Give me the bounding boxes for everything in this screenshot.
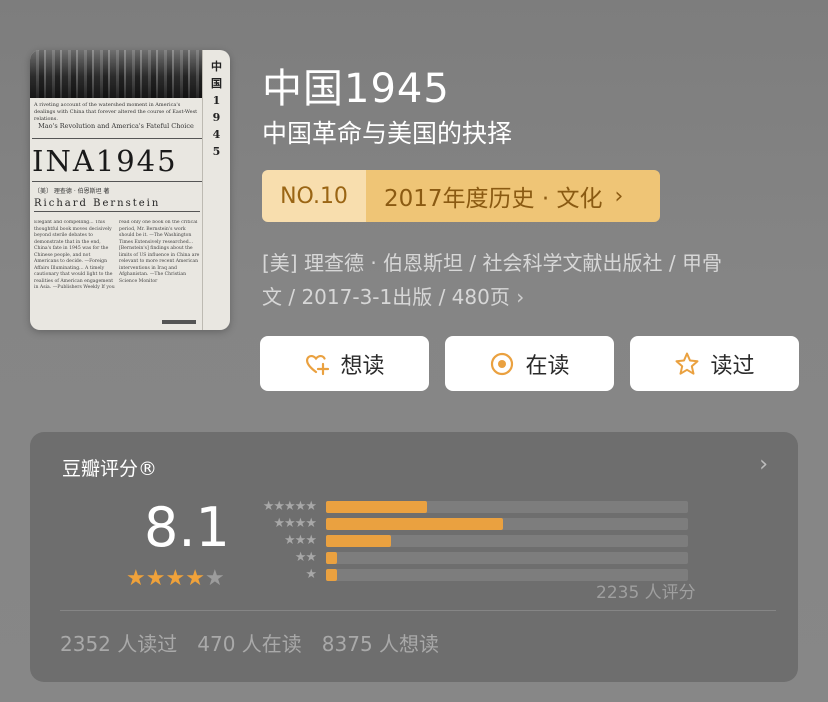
book-title: 中国1945 — [262, 66, 450, 112]
want-to-read-label: 想读 — [340, 353, 385, 379]
distribution-row: ★★ — [256, 549, 688, 566]
action-bar: 想读 在读 读过 — [260, 336, 799, 391]
distribution-bar — [326, 500, 428, 513]
reader-stats: 2352 人读过 470 人在读 8375 人想读 — [60, 628, 439, 657]
distribution-row: ★★★★ — [256, 515, 688, 532]
chevron-right-icon: › — [759, 452, 768, 477]
distribution-stars-icon: ★★★★★ — [262, 499, 317, 514]
want-to-read-button[interactable]: 想读 — [260, 336, 429, 391]
cover-author-line: 〔美〕 理查德 · 伯恩斯坦 著 — [34, 188, 110, 195]
distribution-stars-icon: ★★★★ — [273, 516, 317, 531]
book-cover[interactable]: 中 国 1 9 4 5 A riveting account of the wa… — [30, 50, 230, 330]
ranking-badge[interactable]: NO.10 2017年度历史 · 文化 › — [262, 170, 660, 222]
distribution-track — [326, 534, 688, 547]
reading-label: 在读 — [525, 353, 570, 379]
ranking-label: 2017年度历史 · 文化 — [384, 186, 603, 212]
rating-count: 2235 人评分 — [596, 583, 696, 603]
distribution-track — [326, 551, 688, 564]
rating-stars: ★ ★ ★ ★ ★ — [126, 566, 225, 591]
distribution-bar — [326, 568, 337, 581]
distribution-row: ★★★★★ — [256, 498, 688, 515]
meta-line-2: 文 / 2017-3-1出版 / 480页 › — [262, 280, 782, 314]
rating-label: 豆瓣评分® — [62, 458, 158, 480]
heart-plus-icon — [306, 354, 330, 375]
distribution-track — [326, 500, 688, 513]
star-filled-icon: ★ — [145, 566, 166, 591]
rating-card[interactable]: 豆瓣评分® › 8.1 ★ ★ ★ ★ ★ ★★★★★ ★★★★ ★★★ ★★ ★ 2235 人… — [30, 432, 798, 682]
cover-side-title: 中 国 1 9 4 5 — [202, 50, 230, 330]
have-read-label: 读过 — [710, 353, 755, 379]
distribution-stars-icon: ★ — [305, 567, 317, 582]
reading-count[interactable]: 470 人在读 — [197, 628, 302, 657]
rating-score: 8.1 — [144, 496, 230, 559]
reading-button[interactable]: 在读 — [445, 336, 614, 391]
cover-subtitle: Mao's Revolution and America's Fateful C… — [38, 122, 194, 130]
distribution-bar — [326, 534, 392, 547]
cover-photo — [30, 50, 202, 98]
ranking-list: 2017年度历史 · 文化 › — [366, 170, 660, 222]
ranking-number: NO.10 — [262, 170, 366, 222]
divider — [60, 610, 776, 611]
cover-side-char: 9 — [212, 111, 221, 124]
want-count[interactable]: 8375 人想读 — [322, 628, 439, 657]
cover-reviews: Elegant and compelling... This thoughtfu… — [34, 220, 200, 290]
meta-line-text: 文 / 2017-3-1出版 / 480页 — [262, 285, 510, 309]
rating-distribution: ★★★★★ ★★★★ ★★★ ★★ ★ — [256, 498, 688, 583]
cover-side-char: 4 — [212, 128, 221, 141]
chevron-right-icon: › — [614, 183, 624, 209]
cover-author-en: Richard Bernstein — [34, 198, 200, 212]
have-read-button[interactable]: 读过 — [630, 336, 799, 391]
star-outline-icon — [675, 352, 699, 375]
cover-side-char: 中 — [211, 60, 222, 73]
distribution-track — [326, 517, 688, 530]
cover-side-char: 国 — [211, 77, 222, 90]
star-filled-icon: ★ — [126, 566, 146, 591]
cover-publisher-logo — [162, 320, 196, 324]
distribution-stars-icon: ★★ — [294, 550, 317, 565]
cover-blurb: A riveting account of the watershed mome… — [34, 102, 198, 122]
distribution-stars-icon: ★★★ — [284, 533, 317, 548]
read-count[interactable]: 2352 人读过 — [60, 628, 177, 657]
cover-title: INA1945 — [32, 138, 202, 182]
star-empty-icon: ★ — [204, 566, 225, 591]
meta-line: [美] 理查德 · 伯恩斯坦 / 社会科学文献出版社 / 甲骨 — [262, 251, 722, 275]
distribution-row: ★★★ — [256, 532, 688, 549]
book-meta[interactable]: [美] 理查德 · 伯恩斯坦 / 社会科学文献出版社 / 甲骨 文 / 2017… — [262, 246, 782, 314]
chevron-right-icon: › — [516, 285, 525, 309]
star-filled-icon: ★ — [185, 566, 205, 591]
star-filled-icon: ★ — [165, 566, 186, 591]
cover-side-char: 5 — [212, 145, 221, 158]
distribution-bar — [326, 517, 504, 530]
cover-side-char: 1 — [212, 94, 221, 107]
reading-dot-icon — [491, 352, 514, 375]
distribution-bar — [326, 551, 337, 564]
book-subtitle: 中国革命与美国的抉择 — [262, 119, 513, 148]
